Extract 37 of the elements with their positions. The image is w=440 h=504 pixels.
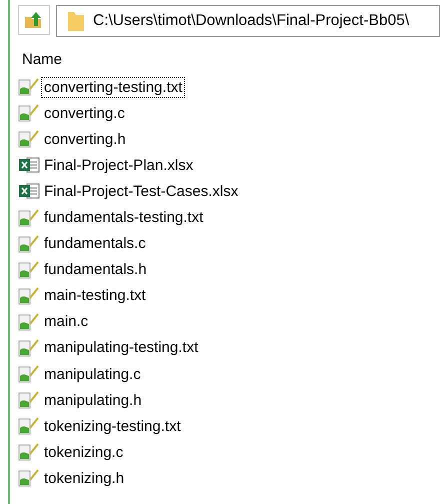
text-file-icon xyxy=(18,103,40,124)
path-field[interactable]: C:\Users\timot\Downloads\Final-Project-Bb05\ xyxy=(56,5,440,37)
file-name[interactable]: fundamentals.h xyxy=(41,259,150,280)
file-name[interactable]: converting-testing.txt xyxy=(41,76,186,98)
file-name[interactable]: Final-Project-Test-Cases.xlsx xyxy=(41,180,242,202)
file-name[interactable]: main.c xyxy=(41,311,92,332)
text-file-icon xyxy=(18,338,40,358)
spreadsheet-icon xyxy=(18,155,40,176)
file-name[interactable]: tokenizing.h xyxy=(41,468,128,489)
text-file-icon xyxy=(18,77,40,98)
file-name[interactable]: converting.h xyxy=(41,128,129,150)
text-file-icon xyxy=(18,390,40,410)
text-file-icon xyxy=(18,312,40,332)
file-name[interactable]: manipulating-testing.txt xyxy=(41,337,202,358)
file-name[interactable]: tokenizing.c xyxy=(41,442,126,463)
file-name[interactable]: converting.c xyxy=(41,102,128,124)
folder-up-icon xyxy=(24,10,44,30)
file-name[interactable]: Final-Project-Plan.xlsx xyxy=(41,154,196,176)
text-file-icon xyxy=(18,234,40,254)
text-file-icon xyxy=(18,364,40,384)
file-name[interactable]: tokenizing-testing.txt xyxy=(41,416,184,437)
text-file-icon xyxy=(18,129,40,150)
file-name[interactable]: fundamentals.c xyxy=(41,233,149,254)
folder-icon xyxy=(67,10,85,32)
text-file-icon xyxy=(18,416,40,436)
text-file-icon xyxy=(18,468,40,488)
text-file-icon xyxy=(18,286,40,306)
text-file-icon xyxy=(18,442,40,462)
folder-up-button[interactable] xyxy=(18,5,50,35)
text-file-icon xyxy=(18,260,40,280)
file-name[interactable]: manipulating.h xyxy=(41,390,145,411)
column-header[interactable]: Name xyxy=(18,37,440,74)
file-name[interactable]: manipulating.c xyxy=(41,364,144,385)
file-name[interactable]: fundamentals-testing.txt xyxy=(41,207,206,228)
file-name[interactable]: main-testing.txt xyxy=(41,285,149,306)
spreadsheet-icon xyxy=(18,181,40,202)
text-file-icon xyxy=(18,208,40,228)
